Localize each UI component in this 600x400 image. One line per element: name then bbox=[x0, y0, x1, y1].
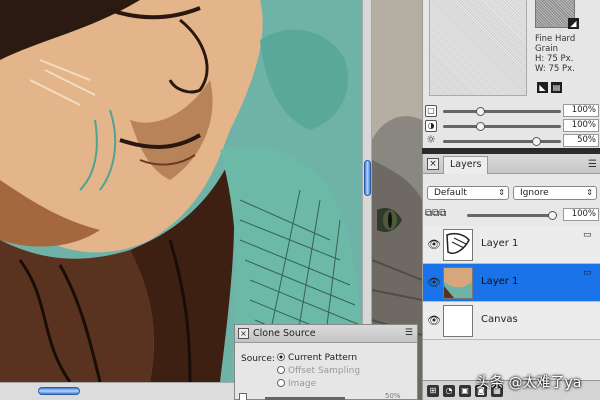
paper-brightness-row: ☼ 50% bbox=[423, 134, 600, 148]
panel-title: Clone Source bbox=[253, 328, 316, 339]
horizontal-scrollbar[interactable] bbox=[0, 382, 236, 400]
source-label: Source: bbox=[241, 354, 275, 364]
option-label: Offset Sampling bbox=[288, 366, 361, 376]
paper-contrast-slider[interactable] bbox=[443, 122, 561, 131]
paper-width: W: 75 Px. bbox=[535, 64, 575, 74]
color-thumbnail bbox=[444, 268, 472, 298]
paper-scale-row: ▢ 100% bbox=[423, 104, 600, 118]
radio-image[interactable]: Image bbox=[277, 379, 316, 389]
eye-icon[interactable]: 👁 bbox=[427, 314, 441, 327]
eye-icon[interactable]: 👁 bbox=[427, 238, 441, 251]
layers-panel: × Layers ☰ Default ⇕ Ignore ⇕ ⧉⧉⧉ 100% 👁… bbox=[422, 154, 600, 400]
option-label: Current Pattern bbox=[288, 353, 358, 363]
slider-thumb[interactable] bbox=[475, 122, 485, 131]
paper-brightness-slider[interactable] bbox=[443, 137, 561, 146]
layer-thumbnail bbox=[443, 267, 473, 299]
layer-name: Layer 1 bbox=[481, 276, 519, 287]
eye-icon[interactable]: 👁 bbox=[427, 276, 441, 289]
paper-options-icon[interactable]: ▤ bbox=[551, 82, 562, 93]
layer-name: Canvas bbox=[481, 314, 518, 325]
paper-brightness-value[interactable]: 50% bbox=[563, 134, 599, 147]
layer-commands-icon[interactable]: ⊞ bbox=[427, 385, 439, 397]
clone-opacity-value[interactable]: 50% bbox=[385, 392, 401, 400]
invert-paper-icon[interactable]: ◣ bbox=[537, 82, 548, 93]
radio-offset-sampling[interactable]: Offset Sampling bbox=[277, 366, 360, 376]
tab-layers[interactable]: Layers bbox=[443, 156, 489, 174]
layer-opacity-slider[interactable] bbox=[467, 211, 557, 220]
radio-current-pattern[interactable]: Current Pattern bbox=[277, 353, 357, 363]
slider-thumb[interactable] bbox=[548, 211, 557, 220]
layer-visibility-icons[interactable]: ⧉⧉⧉ bbox=[425, 208, 446, 219]
clone-source-footer: 50% bbox=[235, 392, 417, 400]
radio-icon bbox=[277, 353, 285, 361]
paper-contrast-value[interactable]: 100% bbox=[563, 119, 599, 132]
panel-menu-icon[interactable]: ☰ bbox=[588, 159, 597, 170]
chevron-down-icon: ⇕ bbox=[586, 188, 593, 197]
brightness-icon: ☼ bbox=[426, 133, 436, 146]
chevron-down-icon: ⇕ bbox=[498, 188, 505, 197]
paper-scale-slider[interactable] bbox=[443, 107, 561, 116]
paper-preview[interactable] bbox=[429, 0, 527, 96]
new-layer-icon[interactable]: ▣ bbox=[459, 385, 471, 397]
paper-scale-value[interactable]: 100% bbox=[563, 104, 599, 117]
close-icon[interactable]: × bbox=[238, 328, 249, 339]
blend-mode-value: Default bbox=[434, 188, 467, 198]
composite-method-value: Ignore bbox=[520, 188, 549, 198]
paper-info: Fine Hard Grain H: 75 Px. W: 75 Px. bbox=[535, 34, 600, 74]
layer-link-icon: ▭ bbox=[583, 268, 592, 278]
paper-contrast-row: ◑ 100% bbox=[423, 119, 600, 133]
layer-opacity-value[interactable]: 100% bbox=[563, 208, 599, 221]
layer-thumbnail bbox=[443, 305, 473, 337]
horizontal-scroll-thumb[interactable] bbox=[38, 387, 80, 395]
panel-menu-icon[interactable]: ☰ bbox=[405, 328, 413, 338]
layer-name: Layer 1 bbox=[481, 238, 519, 249]
slider-thumb[interactable] bbox=[475, 107, 485, 116]
checkbox[interactable] bbox=[239, 393, 247, 400]
splitter-handle[interactable] bbox=[364, 160, 371, 196]
layer-adjust-icon[interactable]: ◔ bbox=[443, 385, 455, 397]
sketch-thumbnail bbox=[446, 232, 470, 254]
option-label: Image bbox=[288, 379, 317, 389]
layers-panel-header: × Layers ☰ bbox=[423, 154, 600, 174]
contrast-icon: ◑ bbox=[425, 120, 437, 132]
composite-method-select[interactable]: Ignore ⇕ bbox=[513, 186, 597, 200]
layer-opacity-icon: ▢ bbox=[425, 105, 437, 117]
watermark-text: 头条 @太难了ya bbox=[476, 375, 582, 391]
swatch-corner-icon[interactable]: ◢ bbox=[568, 18, 579, 29]
radio-icon bbox=[277, 379, 285, 387]
slider-thumb[interactable] bbox=[532, 137, 542, 146]
layer-row-selected[interactable]: 👁 Layer 1 ▭ bbox=[423, 264, 600, 302]
clone-source-panel: × Clone Source ☰ Source: Current Pattern… bbox=[234, 324, 418, 400]
paper-texture-panel: ◢ Fine Hard Grain H: 75 Px. W: 75 Px. ◣ … bbox=[422, 0, 600, 148]
paper-name: Fine Hard Grain bbox=[535, 34, 576, 54]
close-icon[interactable]: × bbox=[427, 158, 439, 170]
layer-row[interactable]: 👁 Canvas bbox=[423, 302, 600, 340]
layer-link-icon: ▭ bbox=[583, 230, 592, 240]
paper-height: H: 75 Px. bbox=[535, 54, 574, 64]
radio-icon bbox=[277, 366, 285, 374]
layer-thumbnail bbox=[443, 229, 473, 261]
clone-source-header: × Clone Source ☰ bbox=[235, 325, 417, 343]
layer-row[interactable]: 👁 Layer 1 ▭ bbox=[423, 226, 600, 264]
blend-mode-select[interactable]: Default ⇕ bbox=[427, 186, 509, 200]
